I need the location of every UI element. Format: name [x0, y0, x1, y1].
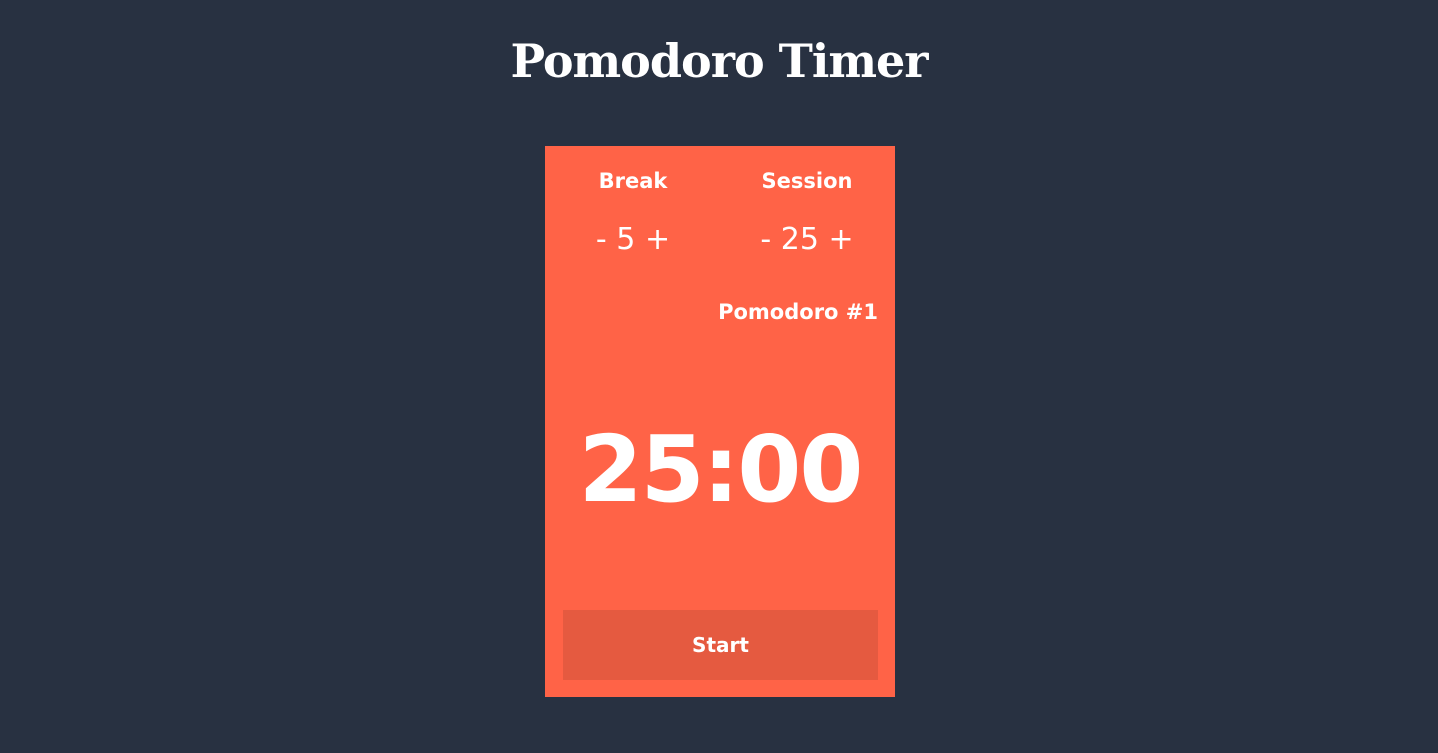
session-increment-button[interactable]: +: [828, 222, 853, 257]
break-value: 5: [616, 222, 636, 257]
break-label: Break: [598, 169, 668, 193]
session-decrement-button[interactable]: -: [760, 222, 771, 257]
session-value: 25: [780, 222, 819, 257]
break-control: - 5 +: [553, 222, 713, 257]
timer-display: 25:00: [578, 416, 864, 523]
timer-card: Break Session - 5 + - 25 + Pomodoro #1 2…: [545, 146, 895, 697]
break-increment-button[interactable]: +: [645, 222, 670, 257]
break-decrement-button[interactable]: -: [596, 222, 607, 257]
session-label: Session: [761, 169, 853, 193]
session-control: - 25 +: [727, 222, 887, 257]
page-title: Pomodoro Timer: [510, 34, 928, 88]
start-button[interactable]: Start: [563, 610, 878, 680]
pomodoro-counter: Pomodoro #1: [718, 300, 878, 324]
